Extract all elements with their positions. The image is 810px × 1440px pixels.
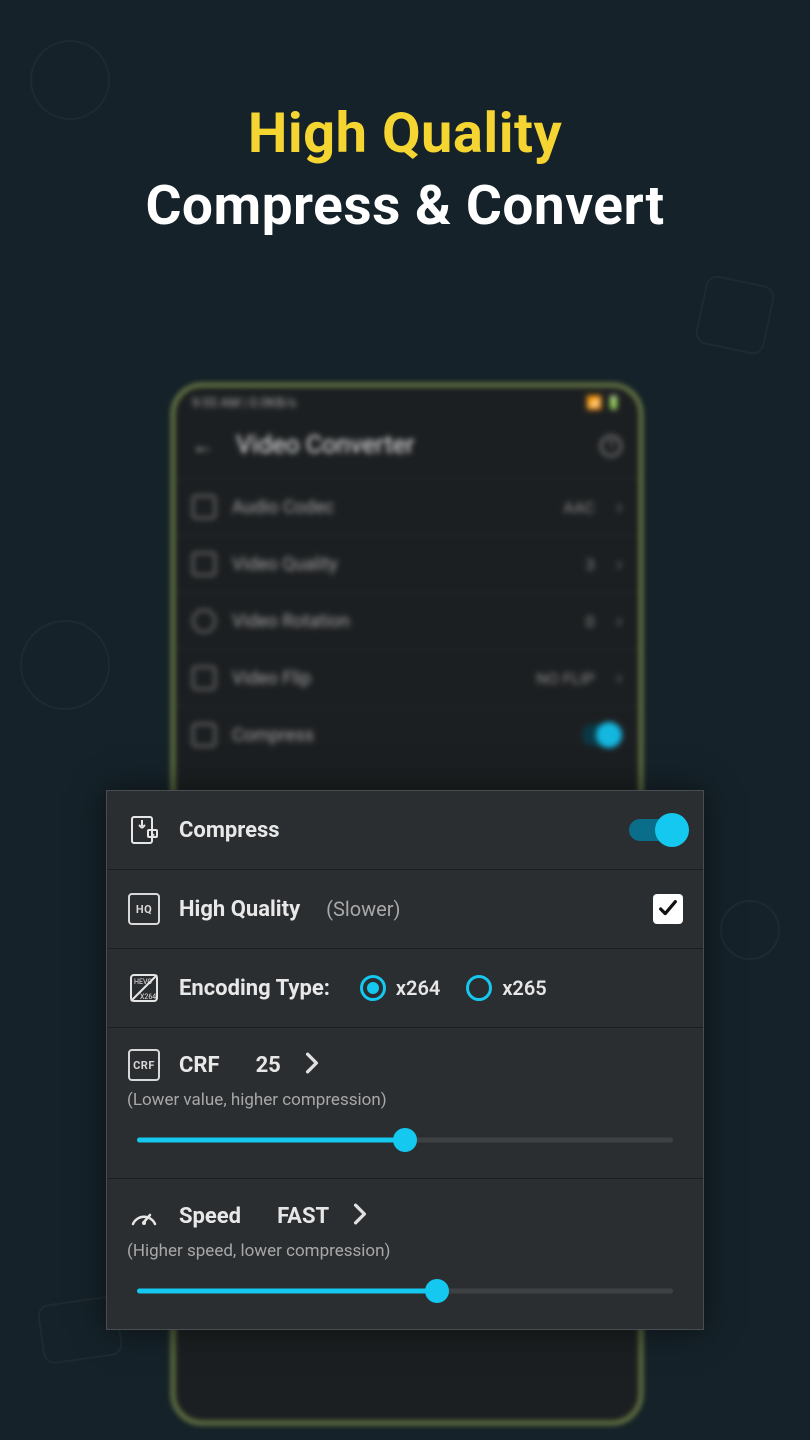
row-audio-codec[interactable]: Audio Codec AAC ›	[174, 478, 640, 535]
help-icon[interactable]: ?	[600, 435, 622, 457]
row-label: Video Rotation	[232, 611, 570, 632]
section-crf: CRF CRF 25 (Lower value, higher compress…	[107, 1028, 703, 1179]
app-title: Video Converter	[236, 431, 578, 460]
chevron-right-icon: ›	[617, 554, 622, 575]
row-high-quality[interactable]: HQ High Quality (Slower)	[107, 870, 703, 949]
hero-line2: Compress & Convert	[0, 174, 810, 238]
row-video-quality[interactable]: Video Quality 3 ›	[174, 535, 640, 592]
chevron-right-icon: ›	[617, 497, 622, 518]
bg-decoration	[720, 900, 780, 960]
row-label: Video Quality	[232, 554, 570, 575]
radio-x264[interactable]: x264	[360, 975, 440, 1001]
compress-toggle-small[interactable]	[582, 724, 622, 746]
crf-value: 25	[256, 1053, 281, 1078]
row-compress[interactable]: Compress	[174, 706, 640, 763]
bg-decoration	[30, 40, 110, 120]
row-label: Compress	[232, 725, 566, 746]
chevron-right-icon[interactable]	[353, 1203, 367, 1229]
chevron-right-icon[interactable]	[305, 1052, 319, 1078]
hq-icon: HQ	[127, 892, 161, 926]
section-speed: Speed FAST (Higher speed, lower compress…	[107, 1179, 703, 1329]
compress-icon	[127, 813, 161, 847]
row-value: 3	[586, 555, 595, 574]
rotation-icon	[192, 609, 216, 633]
status-left: 9:55 AM | 0.0KB/s	[192, 396, 296, 411]
status-right: 📶 🔋	[586, 396, 622, 411]
crf-label: CRF	[179, 1053, 220, 1078]
encoding-label: Encoding Type:	[179, 976, 330, 1001]
bg-decoration	[693, 273, 776, 356]
compress-toggle[interactable]	[629, 819, 683, 841]
row-video-flip[interactable]: Video Flip NO FLIP ›	[174, 649, 640, 706]
speed-icon	[127, 1199, 161, 1233]
radio-x265-label: x265	[502, 976, 546, 1000]
row-label: Video Flip	[232, 668, 520, 689]
svg-text:X264: X264	[140, 993, 156, 1001]
hero-headline: High Quality Compress & Convert	[0, 0, 810, 238]
row-encoding-type: HEVC X264 Encoding Type: x264 x265	[107, 949, 703, 1028]
compress-icon	[192, 723, 216, 747]
row-label: Audio Codec	[232, 497, 547, 518]
phone-appbar: ← Video Converter ?	[174, 417, 640, 478]
high-quality-hint: (Slower)	[326, 897, 400, 921]
row-value: 0	[586, 612, 595, 631]
radio-x265[interactable]: x265	[466, 975, 546, 1001]
chevron-right-icon: ›	[617, 668, 622, 689]
settings-card: Compress HQ High Quality (Slower) HEVC X…	[106, 790, 704, 1330]
crf-hint: (Lower value, higher compression)	[127, 1090, 683, 1110]
high-quality-checkbox[interactable]	[653, 894, 683, 924]
radio-x264-label: x264	[396, 976, 440, 1000]
row-value: AAC	[563, 498, 594, 517]
encoding-icon: HEVC X264	[127, 971, 161, 1005]
row-value: NO FLIP	[536, 669, 594, 688]
back-icon[interactable]: ←	[192, 433, 214, 459]
row-video-rotation[interactable]: Video Rotation 0 ›	[174, 592, 640, 649]
crf-icon: CRF	[127, 1048, 161, 1082]
flip-icon	[192, 666, 216, 690]
chevron-right-icon: ›	[617, 611, 622, 632]
hero-line1: High Quality	[0, 100, 810, 166]
video-quality-icon	[192, 552, 216, 576]
row-compress-main: Compress	[107, 791, 703, 870]
compress-label: Compress	[179, 818, 280, 843]
audio-codec-icon	[192, 495, 216, 519]
phone-statusbar: 9:55 AM | 0.0KB/s 📶 🔋	[174, 386, 640, 417]
speed-slider[interactable]	[137, 1279, 673, 1303]
svg-text:HEVC: HEVC	[134, 978, 152, 986]
speed-value: FAST	[277, 1204, 329, 1229]
high-quality-label: High Quality	[179, 897, 300, 922]
speed-label: Speed	[179, 1204, 241, 1229]
crf-slider[interactable]	[137, 1128, 673, 1152]
speed-hint: (Higher speed, lower compression)	[127, 1241, 683, 1261]
bg-decoration	[20, 620, 110, 710]
